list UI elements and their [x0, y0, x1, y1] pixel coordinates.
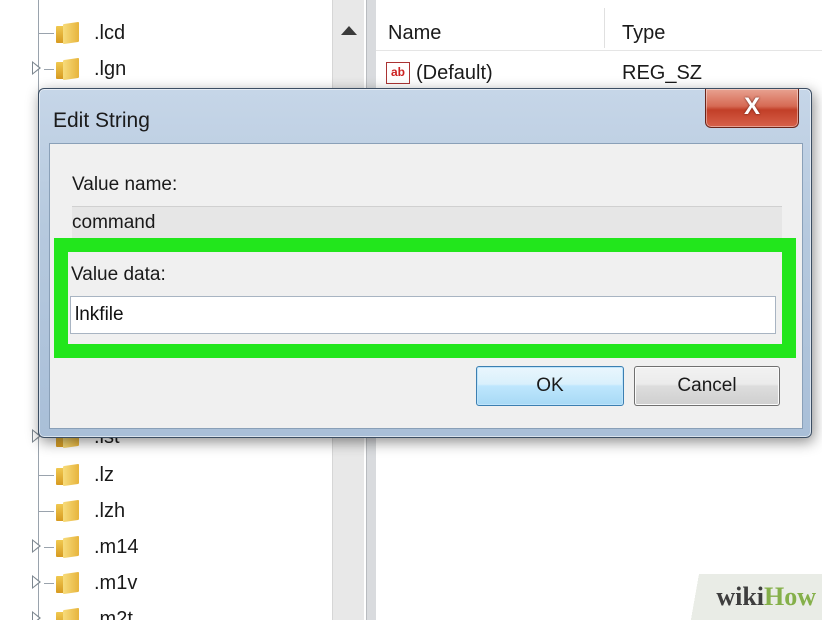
- folder-icon: [56, 607, 82, 620]
- column-header-type[interactable]: Type: [622, 22, 665, 45]
- tree-item-m1v[interactable]: .m1v: [0, 566, 330, 600]
- ok-button[interactable]: OK: [476, 366, 624, 406]
- column-header-name[interactable]: Name: [388, 22, 441, 45]
- tree-branch-line: [38, 33, 54, 34]
- expand-arrow-icon[interactable]: [32, 611, 41, 620]
- tree-item-lgn[interactable]: .lgn: [0, 52, 330, 86]
- column-separator[interactable]: [604, 8, 605, 48]
- tree-branch-line: [38, 475, 54, 476]
- dialog-body: Value name: command Value data: OK Cance…: [49, 143, 803, 429]
- folder-icon: [56, 21, 82, 45]
- tree-item-m2t[interactable]: .m2t: [0, 602, 330, 620]
- folder-icon: [56, 571, 82, 595]
- tree-branch-line: [44, 583, 54, 584]
- expand-arrow-icon[interactable]: [32, 575, 41, 589]
- tree-branch-line: [38, 511, 54, 512]
- value-data-label: Value data:: [71, 264, 166, 285]
- folder-icon: [56, 535, 82, 559]
- cancel-button[interactable]: Cancel: [634, 366, 780, 406]
- folder-icon: [56, 463, 82, 487]
- tree-item-lzh[interactable]: .lzh: [0, 494, 330, 528]
- folder-icon: [56, 57, 82, 81]
- value-name-label: Value name:: [72, 174, 178, 195]
- value-type: REG_SZ: [622, 62, 703, 84]
- value-name-field: command: [72, 206, 782, 240]
- tree-item-label: .m14: [94, 536, 139, 558]
- tree-item-lz[interactable]: .lz: [0, 458, 330, 492]
- value-row-default[interactable]: ab (Default) REG_SZ: [376, 56, 822, 90]
- tree-item-label: .m2t: [94, 608, 133, 620]
- scroll-up-arrow-icon[interactable]: [341, 26, 357, 35]
- tree-branch-line: [44, 547, 54, 548]
- tree-item-m14[interactable]: .m14: [0, 530, 330, 564]
- tree-item-label: .m1v: [94, 572, 138, 594]
- string-value-icon: ab: [386, 62, 410, 84]
- tree-item-label: .lcd: [94, 22, 126, 44]
- expand-arrow-icon[interactable]: [32, 539, 41, 553]
- value-data-input[interactable]: [70, 296, 776, 334]
- highlight-box: Value data:: [54, 238, 796, 358]
- folder-icon: [56, 499, 82, 523]
- tree-item-label: .lz: [94, 464, 114, 486]
- dialog-title: Edit String: [53, 109, 150, 132]
- list-header: Name Type: [376, 0, 822, 51]
- value-name: (Default): [416, 62, 493, 84]
- close-button[interactable]: X: [705, 89, 799, 128]
- tree-item-label: .lzh: [94, 500, 126, 522]
- tree-branch-line: [44, 69, 54, 70]
- watermark-wiki-text: wiki: [716, 582, 764, 611]
- watermark-how-text: How: [764, 582, 816, 611]
- wikihow-watermark: wikiHow: [662, 574, 822, 620]
- close-icon: X: [743, 93, 760, 120]
- edit-string-dialog: Edit String X Value name: command Value …: [38, 88, 812, 438]
- tree-item-label: .lgn: [94, 58, 127, 80]
- value-data-group: Value data:: [68, 252, 782, 344]
- expand-arrow-icon[interactable]: [32, 61, 41, 75]
- tree-item-lcd[interactable]: .lcd: [0, 16, 330, 50]
